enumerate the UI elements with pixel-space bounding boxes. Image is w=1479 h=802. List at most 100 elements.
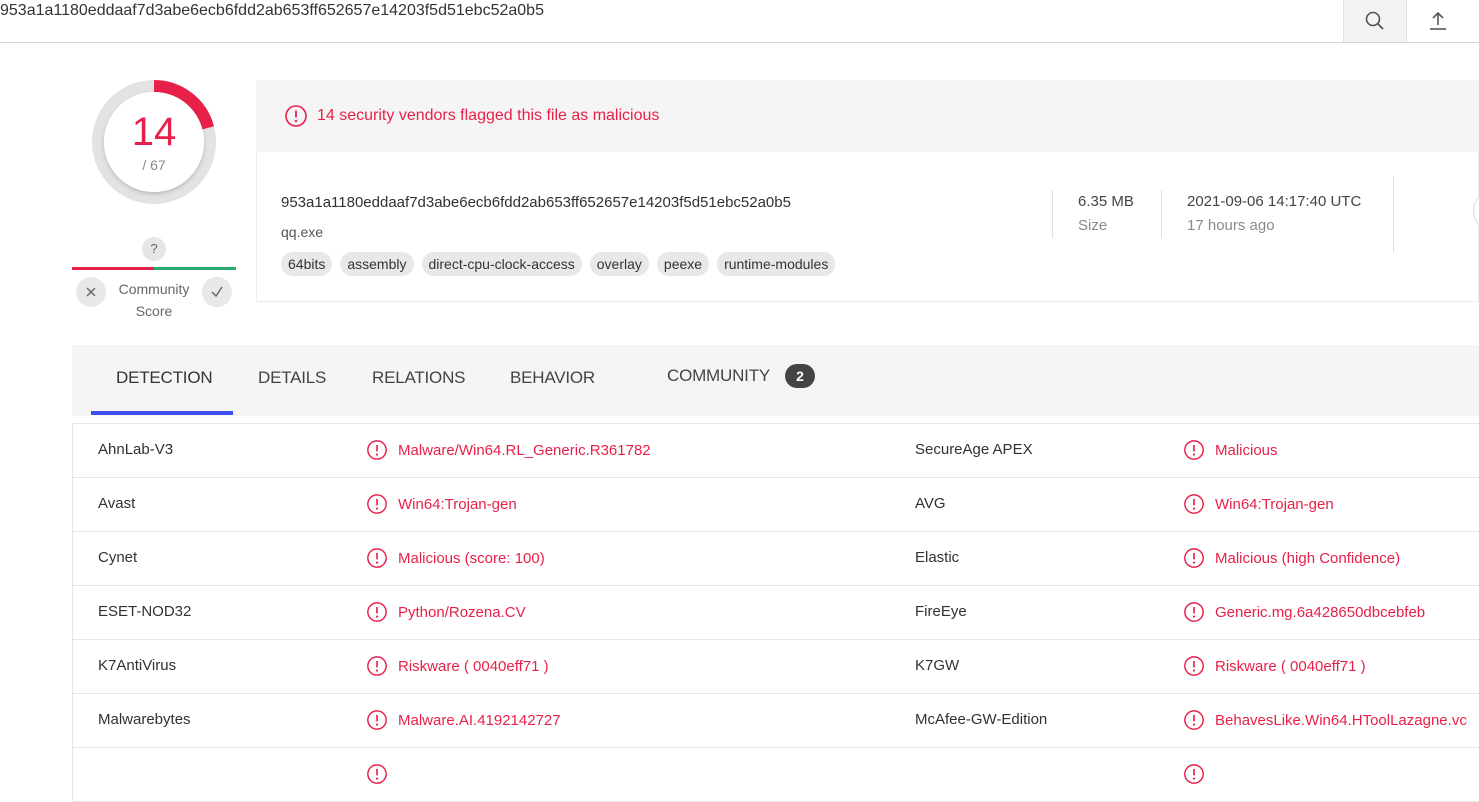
tab-details[interactable]: DETAILS [258,368,326,388]
file-info-panel [256,152,1479,302]
file-name: qq.exe [281,224,324,240]
community-bar-negative [72,267,154,270]
detection-label: Win64:Trojan-gen [1215,495,1334,513]
alert-icon [367,656,387,676]
alert-icon [1184,440,1204,460]
alert-icon [1184,710,1204,730]
detection-label: Malicious (score: 100) [398,549,545,567]
detection-label: Malicious [1215,441,1278,459]
vendor-name: ESET-NOD32 [98,603,192,620]
search-input[interactable]: 953a1a1180eddaaf7d3abe6ecb6fdd2ab653ff65… [0,2,544,20]
detection-result: Malicious (score: 100) [366,547,545,569]
tab-community[interactable]: COMMUNITY [667,366,770,386]
active-tab-indicator [91,411,233,415]
alert-icon [367,710,387,730]
file-tag[interactable]: overlay [589,252,649,276]
vote-harmless-button[interactable] [202,277,232,307]
tab-behavior[interactable]: BEHAVIOR [510,368,595,388]
detection-result: Win64:Trojan-gen [1183,493,1334,515]
alert-icon [1184,494,1204,514]
alert-icon [367,440,387,460]
upload-icon [1430,11,1446,30]
table-row: ESET-NOD32 Python/Rozena.CV FireEye Generic… [73,586,1479,640]
file-tag[interactable]: assembly [340,252,414,276]
detection-label: Riskware ( 0040eff71 ) [1215,657,1366,675]
search-icon [1365,11,1384,30]
alert-icon [367,764,387,784]
file-size: 6.35 MB [1078,193,1134,210]
vendor-name: Malwarebytes [98,711,191,728]
detection-result: Malware.AI.4192142727 [366,709,561,731]
divider [1161,190,1162,238]
detection-result [366,763,398,785]
detection-result: Malicious (high Confidence) [1183,547,1400,569]
vendor-name: FireEye [915,603,967,620]
file-size-label: Size [1078,217,1108,234]
vendor-name: Elastic [915,549,960,566]
alert-icon [1184,764,1204,784]
check-icon [211,286,223,298]
alert-icon [367,494,387,514]
community-score-value: ? [142,237,166,261]
tab-detection[interactable]: DETECTION [116,368,213,388]
detection-label: Generic.mg.6a428650dbcebfeb [1215,603,1426,621]
detection-label: Malicious (high Confidence) [1215,549,1401,567]
analysis-date: 2021-09-06 14:17:40 UTC [1187,193,1362,210]
detection-result: Riskware ( 0040eff71 ) [366,655,549,677]
vendor-name: Avast [98,495,136,512]
detections-table: AhnLab-V3 Malware/Win64.RL_Generic.R36178… [72,423,1479,802]
vendor-name: AhnLab-V3 [98,441,174,458]
alert-icon [367,602,387,622]
alert-icon [1184,548,1204,568]
detection-label: Malware/Win64.RL_Generic.R361782 [398,441,651,459]
detection-result: Generic.mg.6a428650dbcebfeb [1183,601,1425,623]
detection-result [1183,763,1215,785]
table-row: AhnLab-V3 Malware/Win64.RL_Generic.R36178… [73,424,1479,478]
detection-result: Riskware ( 0040eff71 ) [1183,655,1366,677]
upload-button[interactable] [1406,0,1469,42]
community-count-badge: 2 [785,364,815,388]
community-score-label: Community Score [118,281,190,319]
search-button[interactable] [1343,0,1406,42]
detection-label: Riskware ( 0040eff71 ) [398,657,549,675]
alert-icon [1184,602,1204,622]
divider [1393,176,1394,252]
divider [1052,190,1053,238]
table-row: Cynet Malicious (score: 100) Elastic Malici… [73,532,1479,586]
detection-label: Malware.AI.4192142727 [398,711,561,729]
vendor-name: K7GW [915,657,960,674]
file-tag[interactable]: runtime-modules [717,252,836,276]
community-bar-positive [154,267,236,270]
detection-label: Python/Rozena.CV [398,603,526,621]
vendor-name: SecureAge APEX [915,441,1033,458]
top-search-bar: 953a1a1180eddaaf7d3abe6ecb6fdd2ab653ff65… [0,0,1479,43]
table-row: K7AntiVirus Riskware ( 0040eff71 ) K7GW Ris… [73,640,1479,694]
file-tags: 64bits assembly direct-cpu-clock-access ove… [281,252,836,276]
detection-result: BehavesLike.Win64.HToolLazagne.vc [1183,709,1467,731]
alert-message: 14 security vendors flagged this file as… [317,107,660,124]
vendor-name: AVG [915,495,946,512]
table-row: Malwarebytes Malware.AI.4192142727 McAfee-… [73,694,1479,748]
close-icon [86,287,96,297]
file-tag[interactable]: direct-cpu-clock-access [421,252,582,276]
vote-harmful-button[interactable] [76,277,106,307]
alert-icon [367,548,387,568]
file-tag[interactable]: 64bits [281,252,333,276]
alert-icon [285,105,307,127]
detection-total: / 67 [142,157,166,173]
vendor-name: McAfee-GW-Edition [915,711,1048,728]
detection-result: Python/Rozena.CV [366,601,526,623]
detection-label: Win64:Trojan-gen [398,495,517,513]
alert-icon [1184,656,1204,676]
file-hash: 953a1a1180eddaaf7d3abe6ecb6fdd2ab653ff65… [281,194,791,211]
detection-label: BehavesLike.Win64.HToolLazagne.vc [1215,711,1467,729]
detection-count: 14 [131,110,177,154]
file-tag[interactable]: peexe [656,252,710,276]
table-row: Avast Win64:Trojan-gen AVG Win64:Trojan-gen [73,478,1479,532]
tab-relations[interactable]: RELATIONS [372,368,465,388]
detection-result: Malicious [1183,439,1278,461]
table-row [73,748,1479,802]
vendor-name: Cynet [98,549,138,566]
vendor-name: K7AntiVirus [98,657,177,674]
detection-result: Malware/Win64.RL_Generic.R361782 [366,439,651,461]
